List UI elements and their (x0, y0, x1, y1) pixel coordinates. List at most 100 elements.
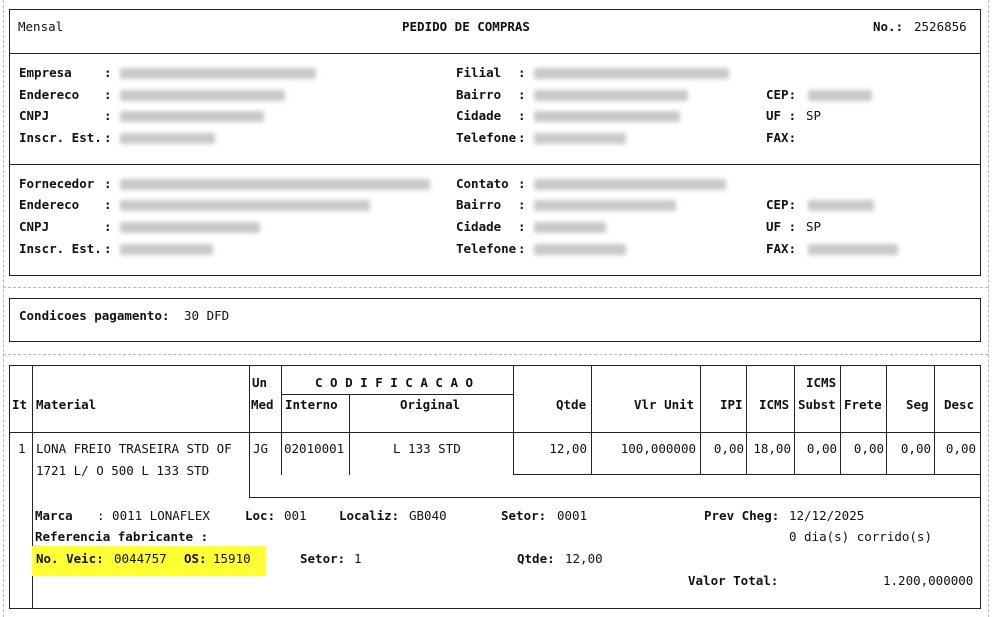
payment-label: Condicoes pagamento: (19, 308, 170, 323)
redacted-cidade (534, 111, 680, 122)
col-line-frete (886, 365, 887, 475)
redacted-fornecedor (120, 179, 430, 190)
separator-1 (3, 287, 988, 288)
prev-cheg-label: Prev Cheg: (704, 508, 780, 523)
supplier-uf-label: UF : (766, 219, 797, 234)
redacted-supplier-endereco (120, 200, 370, 211)
localiz-label: Localiz: (339, 508, 400, 523)
col-header-vlr-unit: Vlr Unit (634, 397, 695, 412)
os-label: OS: (184, 551, 207, 566)
referencia-label: Referencia fabricante : (35, 529, 209, 544)
redacted-endereco (120, 90, 285, 101)
supplier-inscr-label: Inscr. Est. (19, 241, 102, 256)
item-un: JG (253, 441, 269, 456)
redacted-supplier-fax (808, 244, 898, 255)
redacted-supplier-cep (808, 200, 874, 211)
setor-value: 0001 (557, 508, 588, 523)
col-header-icms-subst-2: Subst (798, 397, 836, 412)
order-number: 2526856 (914, 19, 967, 34)
col-header-interno: Interno (285, 397, 338, 412)
col-header-qtde: Qtde (556, 397, 587, 412)
redacted-cep (808, 90, 872, 101)
supplier-bairro-label: Bairro (456, 197, 502, 212)
redacted-cnpj (120, 111, 264, 122)
redacted-supplier-inscr (120, 244, 213, 255)
codificacao-divider (281, 394, 513, 395)
localiz-value: GB040 (409, 508, 447, 523)
col-header-codificacao: C O D I F I C A C A O (315, 375, 474, 390)
cnpj-label: CNPJ (19, 108, 50, 123)
item-it: 1 (18, 441, 26, 456)
inscr-label: Inscr. Est. (19, 130, 102, 145)
redacted-supplier-cnpj (120, 222, 260, 233)
redacted-supplier-cidade (534, 222, 606, 233)
header-left: Mensal (18, 19, 64, 34)
marca-value: : 0011 LONAFLEX (97, 508, 210, 523)
dias-corridos: 0 dia(s) corrido(s) (789, 529, 932, 544)
redacted-inscr (120, 133, 215, 144)
company-divider (9, 164, 981, 165)
cidade-label: Cidade (456, 108, 502, 123)
redacted-bairro (534, 90, 688, 101)
veic-value: 0044757 (114, 551, 167, 566)
item-qtde: 12,00 (549, 441, 587, 456)
redacted-contato (534, 179, 726, 190)
setor-label: Setor: (501, 508, 547, 523)
redacted-telefone (534, 133, 626, 144)
bairro-label: Bairro (456, 87, 502, 102)
col-header-original: Original (400, 397, 461, 412)
loc-label: Loc: (245, 508, 276, 523)
veic-label: No. Veic: (36, 551, 104, 566)
valor-total-value: 1.200,000000 (883, 573, 974, 588)
item-icms-subst: 0,00 (806, 441, 837, 456)
col-line-ipi (746, 365, 747, 475)
item-material-line2: 1721 L/ O 500 L 133 STD (36, 463, 210, 478)
col-header-med: Med (251, 397, 274, 412)
contato-label: Contato (456, 176, 509, 191)
prev-cheg-value: 12/12/2025 (789, 508, 865, 523)
col-header-it: It (12, 397, 28, 412)
item-icms: 18,00 (753, 441, 791, 456)
item-original: L 133 STD (393, 441, 461, 456)
item-ipi: 0,00 (713, 441, 744, 456)
item-seg: 0,00 (900, 441, 931, 456)
table-header-divider (9, 432, 981, 433)
col-line-qtde (591, 365, 592, 475)
col-header-un: Un (252, 375, 268, 390)
col-header-desc: Desc (944, 397, 975, 412)
page-title: PEDIDO DE COMPRAS (402, 19, 530, 34)
setor2-label: Setor: (300, 551, 346, 566)
col-line-material (249, 365, 250, 497)
col-line-interno (349, 394, 350, 475)
supplier-fax-label: FAX: (766, 241, 797, 256)
redacted-supplier-telefone (534, 244, 626, 255)
redacted-filial (534, 68, 729, 79)
empresa-label: Empresa (19, 65, 72, 80)
col-header-ipi: IPI (720, 397, 743, 412)
col-header-icms-subst-1: ICMS (806, 375, 837, 390)
supplier-uf-value: SP (806, 219, 822, 234)
page-border-right (988, 0, 989, 617)
telefone-label: Telefone (456, 130, 517, 145)
item-material-line1: LONA FREIO TRASEIRA STD OF (36, 441, 232, 456)
separator-2 (3, 354, 988, 355)
redacted-supplier-bairro (534, 200, 676, 211)
supplier-telefone-label: Telefone (456, 241, 517, 256)
order-number-label: No.: (873, 19, 904, 34)
col-header-icms: ICMS (759, 397, 790, 412)
header-divider (9, 53, 981, 54)
page-border-left (3, 0, 4, 617)
supplier-cnpj-label: CNPJ (19, 219, 50, 234)
detail-qtde-value: 12,00 (565, 551, 603, 566)
cep-label: CEP: (766, 87, 797, 102)
item-frete: 0,00 (853, 441, 884, 456)
col-header-frete: Frete (844, 397, 882, 412)
supplier-endereco-label: Endereco (19, 197, 80, 212)
col-line-original (513, 365, 514, 475)
redacted-empresa (120, 68, 316, 79)
setor2-value: 1 (354, 551, 362, 566)
payment-value: 30 DFD (184, 308, 230, 323)
loc-value: 001 (284, 508, 307, 523)
item-vlr-unit: 100,000000 (620, 441, 696, 456)
fornecedor-label: Fornecedor (19, 176, 95, 191)
